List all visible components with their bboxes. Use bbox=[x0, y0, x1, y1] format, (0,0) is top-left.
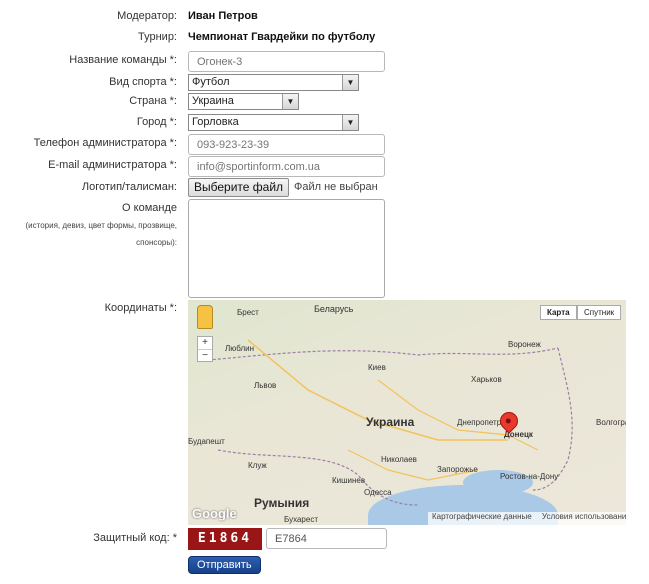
map-label-odessa: Одесса bbox=[364, 488, 392, 497]
about-hint: (история, девиз, цвет формы, прозвище, с… bbox=[25, 221, 177, 247]
captcha-image: E1864 bbox=[188, 528, 262, 550]
map-label-voronezh: Воронеж bbox=[508, 340, 541, 349]
tournament-label: Турнир: bbox=[138, 31, 177, 43]
submit-row: Отправить bbox=[0, 556, 649, 576]
map-label-kharkov: Харьков bbox=[471, 375, 502, 384]
map-label-volgograd: Волгоград bbox=[596, 418, 626, 427]
zoom-control: + − bbox=[197, 336, 213, 362]
team-name-row: Название команды *: bbox=[0, 51, 649, 73]
sport-select-value: Футбол bbox=[192, 76, 230, 88]
map-label-zaporozhye: Запорожье bbox=[437, 465, 478, 474]
logo-row: Логотип/талисман: Выберите файл Файл не … bbox=[0, 178, 649, 198]
captcha-input[interactable] bbox=[266, 528, 387, 549]
email-row: E-mail администратора *: bbox=[0, 156, 649, 178]
captcha-label: Защитный код: * bbox=[93, 532, 177, 544]
tournament-value: Чемпионат Гвардейки по футболу bbox=[188, 31, 376, 43]
city-label: Город *: bbox=[136, 116, 177, 128]
file-status: Файл не выбран bbox=[294, 181, 378, 193]
phone-input[interactable] bbox=[188, 134, 385, 155]
map-borders bbox=[207, 339, 573, 506]
team-name-input[interactable] bbox=[188, 51, 385, 72]
about-label: О команде bbox=[122, 202, 177, 214]
email-label: E-mail администратора *: bbox=[48, 159, 177, 171]
sport-row: Вид спорта *: Футбол ▼ bbox=[0, 74, 649, 91]
map-label-kiev: Киев bbox=[368, 363, 386, 372]
about-textarea[interactable] bbox=[188, 199, 385, 298]
map-label-nikolaev: Николаев bbox=[381, 455, 417, 464]
sport-label: Вид спорта *: bbox=[109, 76, 177, 88]
team-name-label: Название команды *: bbox=[69, 54, 177, 66]
map-label-kishinev: Кишинев bbox=[332, 476, 366, 485]
tournament-row: Турнир: Чемпионат Гвардейки по футболу bbox=[0, 31, 649, 47]
city-row: Город *: Горловка ▼ bbox=[0, 114, 649, 131]
captcha-row: Защитный код: * E1864 bbox=[0, 528, 649, 550]
map-label-belarus: Беларусь bbox=[314, 304, 354, 314]
map-type-map-button[interactable]: Карта bbox=[540, 305, 577, 320]
map-label-cluj: Клуж bbox=[248, 461, 267, 470]
phone-row: Телефон администратора *: bbox=[0, 134, 649, 156]
choose-file-button[interactable]: Выберите файл bbox=[188, 178, 290, 197]
country-row: Страна *: Украина ▼ bbox=[0, 93, 649, 110]
chevron-down-icon: ▼ bbox=[342, 115, 358, 130]
email-input[interactable] bbox=[188, 156, 385, 177]
map-label-romania: Румыния bbox=[254, 496, 310, 510]
map-label-bucharest: Бухарест bbox=[284, 515, 318, 524]
about-row: О команде (история, девиз, цвет формы, п… bbox=[0, 199, 649, 299]
map-terms-link[interactable]: Условия использования bbox=[542, 512, 626, 521]
map-label-lublin: Люблин bbox=[225, 344, 255, 353]
chevron-down-icon: ▼ bbox=[282, 94, 298, 109]
pegman-icon[interactable] bbox=[197, 305, 213, 329]
moderator-row: Модератор: Иван Петров bbox=[0, 10, 649, 26]
chevron-down-icon: ▼ bbox=[342, 75, 358, 90]
map-label-brest: Брест bbox=[237, 308, 259, 317]
moderator-value: Иван Петров bbox=[188, 10, 258, 22]
map-label-rostov: Ростов-на-Дону bbox=[500, 472, 559, 481]
coordinates-map[interactable]: Украина Румыния Беларусь Люблин Львов Ки… bbox=[188, 300, 626, 525]
city-select[interactable]: Горловка ▼ bbox=[188, 114, 359, 131]
map-footer: Картографические данные Условия использо… bbox=[428, 512, 626, 525]
country-label: Страна *: bbox=[129, 95, 177, 107]
zoom-out-button[interactable]: − bbox=[198, 349, 212, 362]
map-type-satellite-button[interactable]: Спутник bbox=[577, 305, 622, 320]
moderator-label: Модератор: bbox=[117, 10, 177, 22]
map-label-budapest: Будапешт bbox=[188, 437, 225, 446]
phone-label: Телефон администратора *: bbox=[33, 137, 177, 149]
google-logo: Google bbox=[192, 506, 237, 521]
map-label-ukraine: Украина bbox=[366, 415, 415, 429]
sport-select[interactable]: Футбол ▼ bbox=[188, 74, 359, 91]
submit-button[interactable]: Отправить bbox=[188, 556, 261, 574]
logo-label: Логотип/талисман: bbox=[81, 181, 177, 193]
city-select-value: Горловка bbox=[192, 116, 239, 128]
country-select-value: Украина bbox=[192, 95, 234, 107]
map-label-lviv: Львов bbox=[254, 381, 277, 390]
map-data-credit: Картографические данные bbox=[432, 512, 532, 521]
zoom-in-button[interactable]: + bbox=[198, 337, 212, 349]
country-select[interactable]: Украина ▼ bbox=[188, 93, 299, 110]
coords-label: Координаты *: bbox=[104, 302, 177, 314]
